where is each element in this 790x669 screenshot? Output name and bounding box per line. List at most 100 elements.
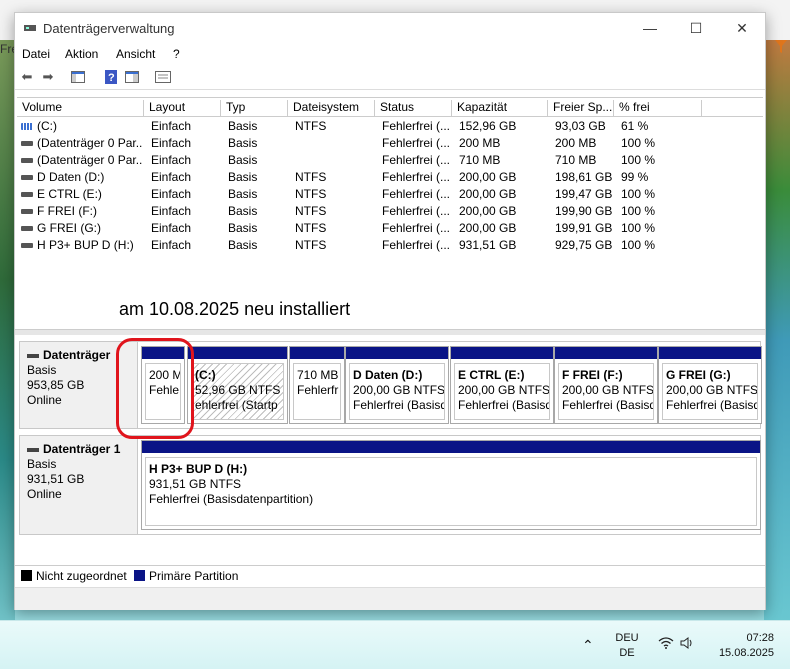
disk-1-label[interactable]: Datenträger 1 Basis 931,51 GB Online (20, 436, 138, 534)
percent-free-cell: 100 % (621, 153, 656, 167)
volume-label: D Daten (D:) (37, 170, 105, 184)
status-bar (15, 587, 765, 610)
clock-date: 15.08.2025 (718, 647, 774, 659)
layout-cell: Einfach (151, 238, 192, 252)
wifi-icon[interactable] (658, 637, 674, 652)
menu-view[interactable]: Ansicht (116, 47, 155, 61)
volume-row[interactable]: (C:) Einfach Basis NTFS Fehlerfrei (... 152,9… (17, 117, 763, 134)
partition-type-bar (188, 347, 287, 359)
partition-size: 200,00 GB NTFS (666, 383, 758, 397)
maximize-icon: ☐ (689, 19, 703, 36)
legend-unallocated-label: Nicht zugeordnet (36, 569, 127, 583)
volume-label: (C:) (37, 119, 57, 133)
volume-icon (21, 123, 33, 131)
legend-unallocated-swatch (21, 570, 32, 581)
partition-block[interactable]: (C:) 52,96 GB NTFS ehlerfrei (Startp (187, 346, 288, 424)
volume-row[interactable]: E CTRL (E:) Einfach Basis NTFS Fehlerfrei (.… (17, 185, 763, 202)
partition-block[interactable]: H P3+ BUP D (H:) 931,51 GB NTFS Fehlerfrei… (141, 440, 761, 530)
legend-primary-swatch (134, 570, 145, 581)
status-cell: Fehlerfrei (... (382, 136, 451, 150)
type-cell: Basis (228, 119, 258, 133)
status-cell: Fehlerfrei (... (382, 204, 451, 218)
volume-row[interactable]: D Daten (D:) Einfach Basis NTFS Fehlerfrei (… (17, 168, 763, 185)
column-header-status[interactable]: Status (375, 100, 452, 116)
column-header-percent-free[interactable]: % frei (614, 100, 702, 116)
partition-block[interactable]: G FREI (G:) 200,00 GB NTFS Fehlerfrei (Bas… (658, 346, 762, 424)
menu-file[interactable]: Datei (22, 47, 50, 61)
free-space-cell: 199,47 GB (555, 187, 613, 201)
partition-type-bar (659, 347, 761, 359)
column-header-volume[interactable]: Volume (17, 100, 144, 116)
partition-name: D Daten (D:) (353, 368, 423, 382)
volume-row[interactable]: H P3+ BUP D (H:) Einfach Basis NTFS Fehlerfr… (17, 236, 763, 253)
console-tree-icon[interactable] (69, 68, 87, 86)
status-cell: Fehlerfrei (... (382, 170, 451, 184)
disk-management-icon (23, 21, 37, 35)
volume-name: (C:) (21, 119, 143, 133)
column-header-type[interactable]: Typ (221, 100, 288, 116)
volume-label: F FREI (F:) (37, 204, 97, 218)
language-code: DEU (615, 632, 639, 644)
partition-type-bar (555, 347, 657, 359)
partition-name: H P3+ BUP D (H:) (149, 462, 248, 476)
partition-size: 710 MB (297, 368, 339, 382)
column-header-layout[interactable]: Layout (144, 100, 221, 116)
layout-cell: Einfach (151, 204, 192, 218)
forward-arrow-icon[interactable]: ➡ (39, 68, 57, 86)
svg-text:?: ? (108, 72, 115, 84)
volume-name: F FREI (F:) (21, 204, 143, 218)
window-title: Datenträgerverwaltung (43, 21, 175, 36)
volume-icon[interactable] (680, 637, 694, 652)
language-indicator[interactable]: DEU DE (612, 631, 642, 661)
handwritten-note: am 10.08.2025 neu installiert (119, 299, 351, 319)
status-cell: Fehlerfrei (... (382, 153, 451, 167)
volume-row[interactable]: G FREI (G:) Einfach Basis NTFS Fehlerfrei (.… (17, 219, 763, 236)
partition-details: F FREI (F:) 200,00 GB NTFS Fehlerfrei (Bas… (558, 363, 654, 420)
volume-row[interactable]: (Datenträger 0 Par... Einfach Basis Fehlerf… (17, 134, 763, 151)
percent-free-cell: 100 % (621, 204, 656, 218)
column-header-free-space[interactable]: Freier Sp... (548, 100, 614, 116)
volume-row[interactable]: F FREI (F:) Einfach Basis NTFS Fehlerfrei (.… (17, 202, 763, 219)
menu-action[interactable]: Aktion (65, 47, 98, 61)
menu-bar: Datei Aktion Ansicht ? (15, 43, 765, 65)
partition-block[interactable]: D Daten (D:) 200,00 GB NTFS Fehlerfrei (Ba… (345, 346, 449, 424)
partition-details: (C:) 52,96 GB NTFS ehlerfrei (Startp (191, 363, 284, 420)
properties-icon[interactable] (154, 68, 172, 86)
layout-cell: Einfach (151, 187, 192, 201)
volume-name: E CTRL (E:) (21, 187, 143, 201)
properties-pane-icon[interactable] (123, 68, 141, 86)
filesystem-cell: NTFS (295, 170, 327, 184)
close-button[interactable]: ✕ (719, 13, 765, 43)
capacity-cell: 931,51 GB (459, 238, 517, 252)
partition-status: Fehlerfrei (Basisd (458, 398, 550, 412)
free-space-cell: 93,03 GB (555, 119, 606, 133)
disk-1-row[interactable]: Datenträger 1 Basis 931,51 GB Online H P… (19, 435, 761, 535)
type-cell: Basis (228, 187, 258, 201)
clock[interactable]: 07:28 15.08.2025 (712, 631, 774, 661)
volume-icon (21, 175, 33, 181)
minimize-button[interactable]: — (627, 13, 673, 43)
partition-size: 931,51 GB NTFS (149, 477, 242, 491)
partition-name: F FREI (F:) (562, 368, 623, 382)
back-arrow-icon[interactable]: ⬅ (18, 68, 36, 86)
partition-block[interactable]: E CTRL (E:) 200,00 GB NTFS Fehlerfrei (Bas… (450, 346, 554, 424)
chevron-up-icon[interactable]: ⌃ (582, 637, 594, 654)
percent-free-cell: 99 % (621, 170, 649, 184)
partition-block[interactable]: 710 MB Fehlerfr (289, 346, 345, 424)
volume-row[interactable]: (Datenträger 0 Par... Einfach Basis Fehlerf… (17, 151, 763, 168)
column-header-capacity[interactable]: Kapazität (452, 100, 548, 116)
menu-help[interactable]: ? (173, 47, 180, 61)
capacity-cell: 200,00 GB (459, 170, 517, 184)
maximize-button[interactable]: ☐ (673, 13, 719, 43)
partition-block[interactable]: F FREI (F:) 200,00 GB NTFS Fehlerfrei (Bas… (554, 346, 658, 424)
title-bar[interactable]: Datenträgerverwaltung — ☐ ✕ (15, 13, 765, 43)
type-cell: Basis (228, 238, 258, 252)
filesystem-cell: NTFS (295, 221, 327, 235)
disk-icon (27, 447, 39, 452)
filter-icon[interactable] (775, 40, 787, 57)
layout-cell: Einfach (151, 136, 192, 150)
help-icon[interactable]: ? (102, 68, 120, 86)
column-header-filesystem[interactable]: Dateisystem (288, 100, 375, 116)
wallpaper-right-strip (764, 40, 790, 640)
free-space-cell: 929,75 GB (555, 238, 613, 252)
